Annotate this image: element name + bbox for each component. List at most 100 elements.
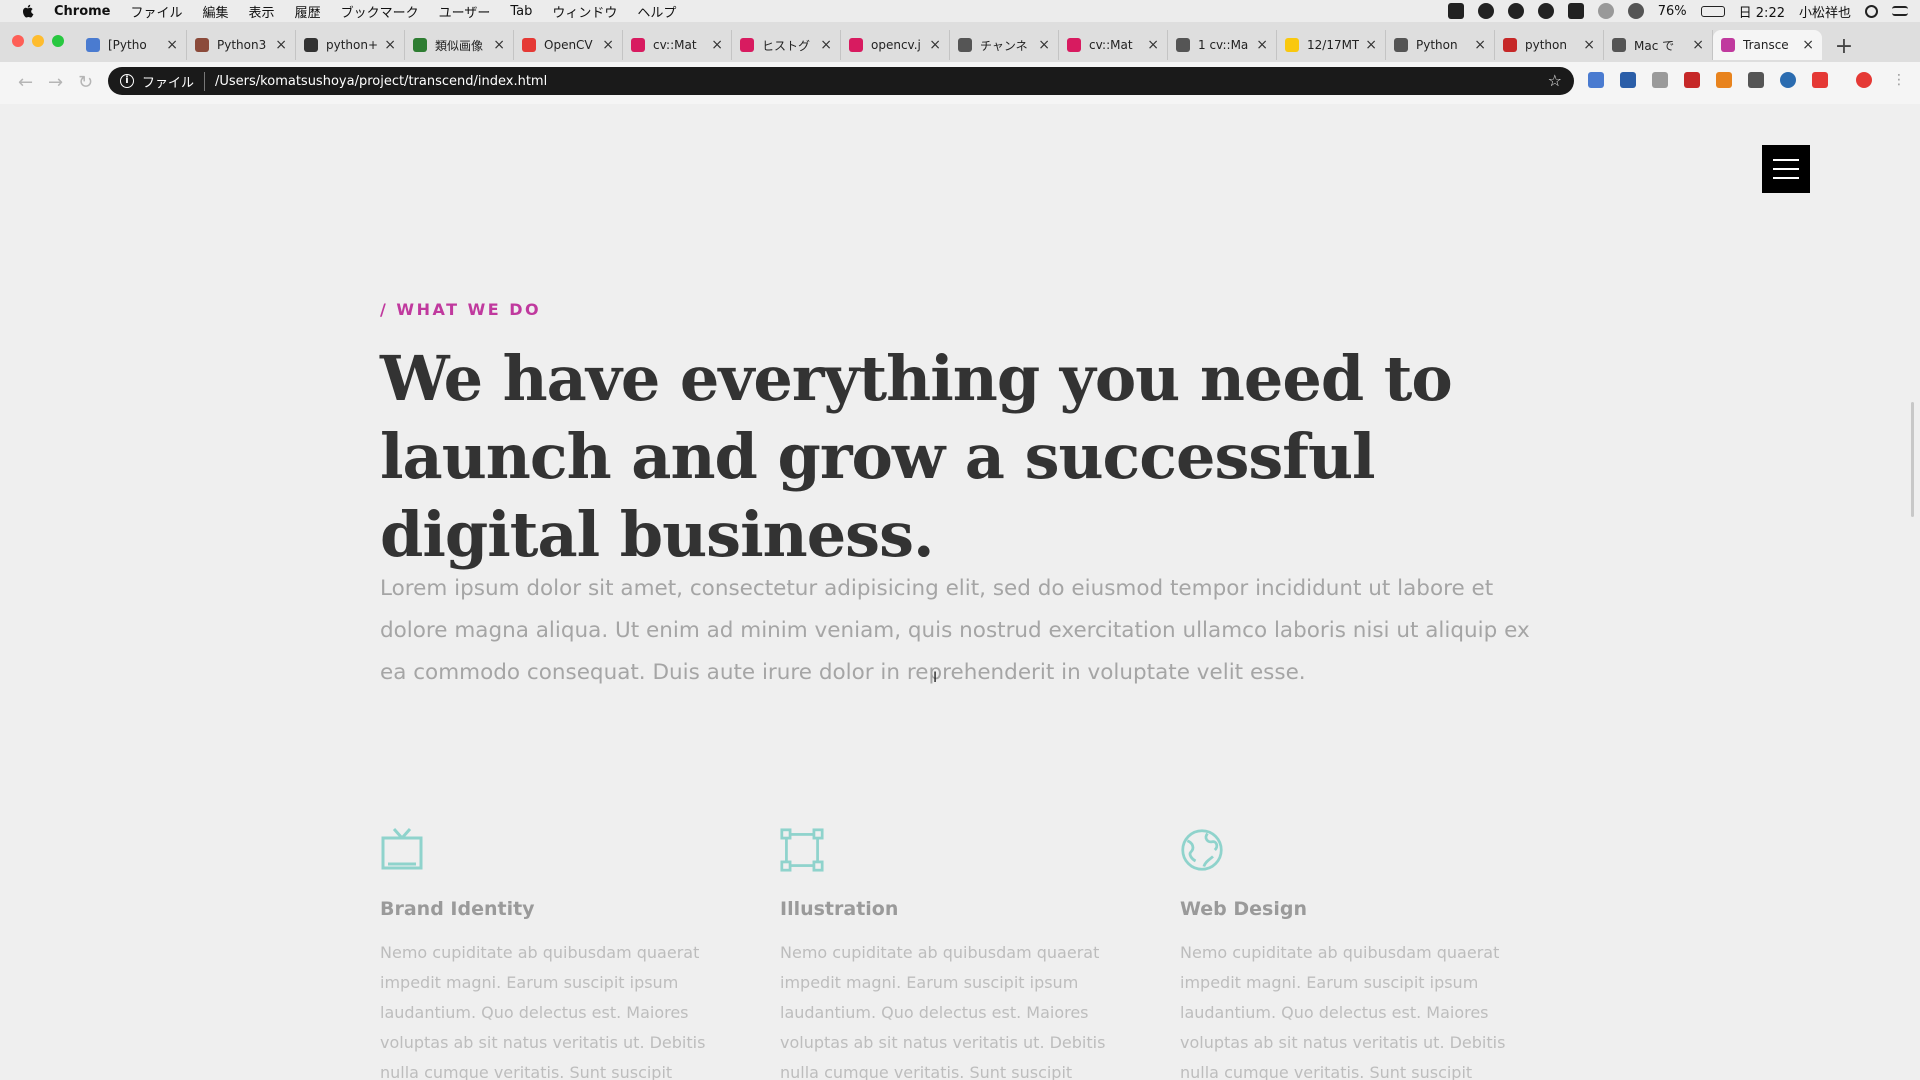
tab-title: 類似画像 [435,38,484,53]
wifi-icon[interactable] [1627,3,1644,19]
tab-close-icon[interactable]: × [384,37,396,53]
creative-cloud-icon[interactable] [1537,3,1554,19]
address-url[interactable]: /Users/komatsushoya/project/transcend/in… [215,74,547,89]
browser-tab[interactable]: python × [1495,30,1604,60]
tab-favicon-icon [1721,38,1735,52]
user-name[interactable]: 小松祥也 [1799,2,1851,21]
browser-tab[interactable]: 類似画像 × [405,30,514,60]
menu-tab[interactable]: Tab [510,4,532,19]
tab-close-icon[interactable]: × [929,37,941,53]
browser-tab[interactable]: [Pytho × [78,30,187,60]
spotlight-search-icon[interactable] [1865,4,1878,18]
browser-tab[interactable]: 12/17MT × [1277,30,1386,60]
tab-close-icon[interactable]: × [1802,37,1814,53]
menu-help[interactable]: ヘルプ [637,2,676,21]
menu-file[interactable]: ファイル [131,2,183,21]
selenium-extension-icon[interactable] [1748,72,1764,88]
mac-menu-bar: Chrome ファイル 編集 表示 履歴 ブックマーク ユーザー Tab ウィン… [0,0,1920,22]
tab-title: OpenCV [544,38,593,52]
battery-icon[interactable] [1700,5,1725,17]
browser-chrome: [Pytho × Python3 × python+ × 類似画像 × OpenCV × cv::M… [0,22,1920,104]
browser-tab[interactable]: チャンネ × [950,30,1059,60]
tab-close-icon[interactable]: × [1147,37,1159,53]
dictionary-extension-icon[interactable] [1620,72,1636,88]
forward-icon[interactable]: → [48,72,63,93]
tab-close-icon[interactable]: × [166,37,178,53]
address-bar[interactable]: i ファイル /Users/komatsushoya/project/trans… [108,67,1574,95]
bookmark-star-icon[interactable]: ☆ [1548,71,1562,90]
status-area: 76% 日 2:22 小松祥也 [1447,0,1908,22]
tab-close-icon[interactable]: × [493,37,505,53]
back-icon[interactable]: ← [18,72,33,93]
browser-tab[interactable]: Python × [1386,30,1495,60]
browser-tab[interactable]: 1 cv::Ma × [1168,30,1277,60]
tab-close-icon[interactable]: × [602,37,614,53]
clock[interactable]: 日 2:22 [1739,2,1785,21]
input-method-icon[interactable] [1567,3,1584,19]
grid-extension-icon[interactable] [1684,72,1700,88]
scroll-indicator[interactable] [1911,402,1914,517]
menu-edit[interactable]: 編集 [203,2,229,21]
tab-favicon-icon [1285,38,1299,52]
tab-close-icon[interactable]: × [1038,37,1050,53]
tab-title: Mac で [1634,38,1675,53]
grammarly-icon[interactable] [1477,3,1494,19]
tab-close-icon[interactable]: × [1692,37,1704,53]
feature-web-design: Web Design Nemo cupiditate ab quibusdam … [1180,826,1520,1080]
cloud-icon[interactable] [1507,3,1524,19]
minimize-window-icon[interactable] [32,35,44,47]
browser-tab[interactable]: OpenCV × [514,30,623,60]
tab-strip: [Pytho × Python3 × python+ × 類似画像 × OpenCV × cv::M… [78,26,1856,60]
browser-tab[interactable]: Python3 × [187,30,296,60]
browser-tab[interactable]: opencv.j × [841,30,950,60]
feature-body: Nemo cupiditate ab quibusdam quaerat imp… [380,943,706,1080]
screen-extension-icon[interactable] [1652,72,1668,88]
menu-view[interactable]: 表示 [249,2,275,21]
tab-close-icon[interactable]: × [1365,37,1377,53]
translate-extension-icon[interactable] [1588,72,1604,88]
tab-title: 12/17MT [1307,38,1360,52]
tab-favicon-icon [1394,38,1408,52]
feature-brand-identity: Brand Identity Nemo cupiditate ab quibus… [380,826,720,1080]
tab-close-icon[interactable]: × [711,37,723,53]
reload-icon[interactable]: ↻ [78,72,93,93]
menu-history[interactable]: 履歴 [295,2,321,21]
tab-favicon-icon [522,38,536,52]
browser-tab[interactable]: Transce × [1713,30,1822,60]
zoom-window-icon[interactable] [52,35,64,47]
browser-tab[interactable]: python+ × [296,30,405,60]
tab-favicon-icon [958,38,972,52]
bluetooth-icon[interactable] [1597,3,1614,19]
menu-user[interactable]: ユーザー [439,2,491,21]
tab-close-icon[interactable]: × [1474,37,1486,53]
apple-icon[interactable] [20,3,36,19]
tab-title: チャンネ [980,38,1028,53]
notification-center-icon[interactable] [1892,6,1908,16]
tv-icon [381,828,423,870]
metamask-extension-icon[interactable] [1716,72,1732,88]
browser-tab[interactable]: cv::Mat × [1059,30,1168,60]
browser-toolbar: ← → ↻ i ファイル /Users/komatsushoya/project… [0,62,1920,104]
new-tab-icon[interactable]: + [1832,34,1856,60]
more-menu-icon[interactable]: ⋮ [1892,72,1906,88]
tab-favicon-icon [849,38,863,52]
menu-bookmarks[interactable]: ブックマーク [341,2,419,21]
vpn-extension-icon[interactable] [1780,72,1796,88]
menu-app-chrome[interactable]: Chrome [54,4,111,19]
browser-tab[interactable]: ヒストグ × [732,30,841,60]
browser-tab[interactable]: cv::Mat × [623,30,732,60]
browser-tab[interactable]: Mac で × [1604,30,1713,60]
info-icon[interactable]: i [120,74,134,88]
profile-avatar[interactable] [1856,72,1872,88]
menu-window[interactable]: ウィンドウ [552,2,617,21]
hamburger-menu-button[interactable] [1762,145,1810,193]
record-icon[interactable] [1447,3,1464,19]
tab-close-icon[interactable]: × [1256,37,1268,53]
tab-favicon-icon [1503,38,1517,52]
tab-close-icon[interactable]: × [1583,37,1595,53]
close-window-icon[interactable] [12,35,24,47]
tab-close-icon[interactable]: × [820,37,832,53]
feature-title: Brand Identity [380,898,535,920]
tab-close-icon[interactable]: × [275,37,287,53]
video-extension-icon[interactable] [1812,72,1828,88]
